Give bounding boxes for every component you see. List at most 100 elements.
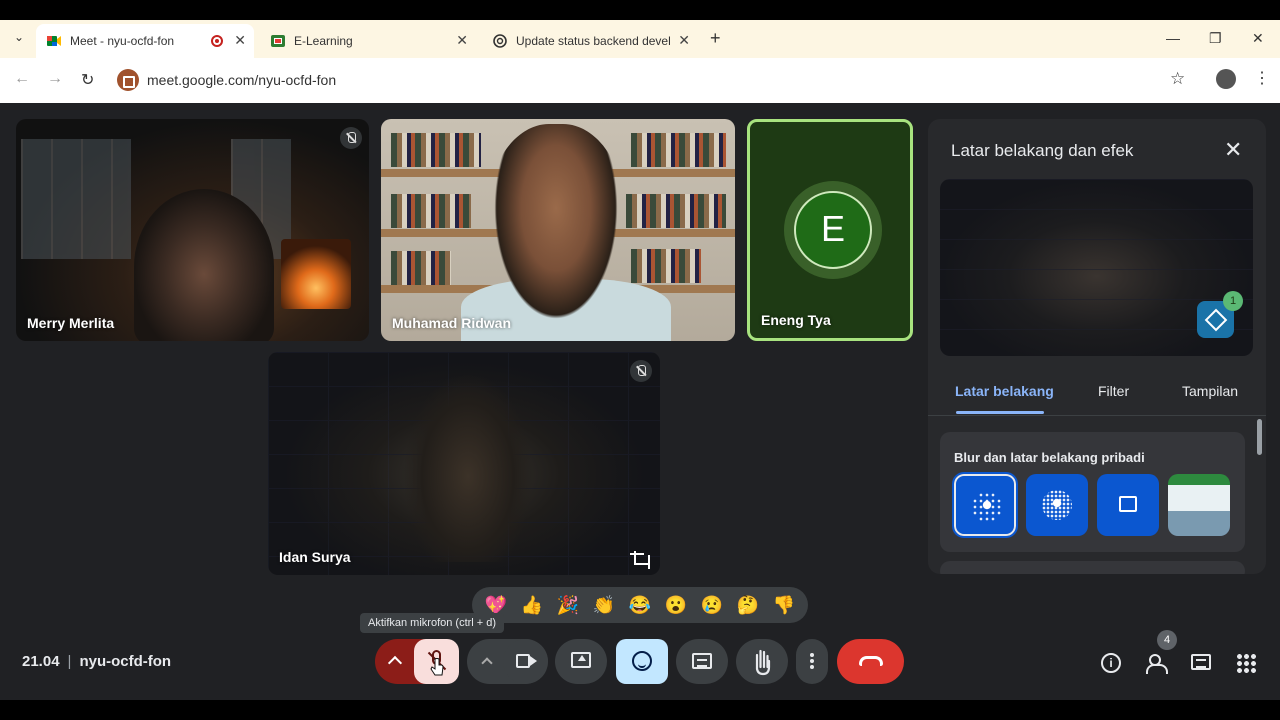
reaction-surprised-button[interactable]: 😮 [665, 595, 687, 615]
present-button[interactable] [555, 639, 607, 684]
camera-lens [530, 656, 537, 666]
captions-button[interactable] [676, 639, 728, 684]
raise-hand-icon [755, 649, 771, 676]
tab-search-chevron-icon[interactable]: ⌄ [8, 30, 30, 50]
reaction-thinking-button[interactable]: 🤔 [737, 595, 759, 615]
window-close-icon[interactable]: ✕ [1252, 30, 1264, 47]
panel-title: Latar belakang dan efek [951, 141, 1134, 160]
activities-button[interactable] [1234, 651, 1258, 675]
participant-tile-eneng-tya[interactable]: E Eneng Tya [747, 119, 913, 341]
camera-icon [516, 654, 530, 668]
emoji-icon [632, 651, 652, 671]
blur-slight-button[interactable] [952, 472, 1018, 538]
raise-hand-button[interactable] [736, 639, 788, 684]
background-books [631, 133, 726, 167]
tab-chatgpt[interactable]: Update status backend develop ✕ [482, 24, 702, 58]
close-tab-icon[interactable]: ✕ [234, 32, 246, 49]
meeting-time: 21.04 [22, 653, 60, 670]
blur-section: Blur dan latar belakang pribadi [940, 432, 1245, 552]
site-info-icon[interactable] [117, 69, 139, 91]
upload-background-button[interactable] [1097, 474, 1159, 536]
mic-tooltip: Aktifkan mikrofon (ctrl + d) [360, 613, 505, 633]
background-books [391, 194, 471, 228]
participant-video [486, 124, 626, 334]
bookmark-star-icon[interactable]: ☆ [1170, 69, 1185, 89]
url-field[interactable]: meet.google.com/nyu-ocfd-fon [147, 72, 336, 88]
section-title: Blur dan latar belakang pribadi [954, 450, 1145, 465]
active-tab-indicator [956, 411, 1044, 414]
close-tab-icon[interactable]: ✕ [456, 32, 468, 49]
effects-panel: Latar belakang dan efek ✕ 1 Latar belaka… [928, 119, 1266, 574]
tab-title: Meet - nyu-ocfd-fon [70, 34, 175, 48]
participant-video [403, 372, 533, 562]
reaction-thumbs-down-button[interactable]: 👎 [773, 595, 795, 615]
tab-latar-belakang[interactable]: Latar belakang [955, 383, 1054, 399]
background-books [391, 133, 481, 167]
reaction-thumbs-up-button[interactable]: 👍 [521, 595, 543, 615]
mic-control-group [375, 639, 459, 684]
reaction-sad-button[interactable]: 😢 [701, 595, 723, 615]
chevron-up-icon[interactable] [387, 655, 403, 671]
more-vert-icon [810, 653, 814, 657]
back-icon[interactable]: ← [14, 70, 30, 88]
upload-background-icon [1119, 496, 1137, 512]
participant-name: Idan Surya [279, 549, 351, 565]
camera-toggle-button[interactable] [503, 639, 548, 684]
mouse-cursor-icon [430, 658, 444, 676]
blur-full-button[interactable] [1026, 474, 1088, 536]
leave-call-button[interactable] [837, 639, 904, 684]
meeting-details-button[interactable]: i [1099, 651, 1123, 675]
scrollbar[interactable] [1257, 419, 1262, 455]
reload-icon[interactable]: ↻ [81, 70, 94, 90]
person-icon [1048, 494, 1066, 512]
tab-elearning[interactable]: E-Learning ✕ [258, 24, 478, 58]
participant-name: Eneng Tya [761, 312, 831, 328]
restore-icon[interactable]: ❐ [1209, 30, 1222, 47]
screen: ⌄ Meet - nyu-ocfd-fon ✕ E-Learning ✕ Upd… [0, 0, 1280, 720]
crop-icon[interactable] [630, 551, 650, 569]
avatar: E [794, 191, 872, 269]
reaction-bar: 💖 👍 🎉 👏 😂 😮 😢 🤔 👎 [472, 587, 808, 623]
hang-up-icon [859, 656, 883, 666]
participant-tile-idan-surya[interactable]: Idan Surya [268, 352, 660, 575]
reaction-heart-button[interactable]: 💖 [485, 595, 507, 615]
reaction-party-button[interactable]: 🎉 [557, 595, 579, 615]
background-books [391, 251, 451, 285]
participant-tile-muhamad-ridwan[interactable]: Muhamad Ridwan [381, 119, 735, 341]
muted-mic-icon [630, 360, 652, 382]
minimize-icon[interactable]: — [1166, 30, 1180, 46]
chat-icon [1191, 654, 1211, 670]
background-image-thumbnail[interactable] [1168, 474, 1230, 536]
more-options-button[interactable] [796, 639, 828, 684]
new-tab-icon[interactable]: + [710, 28, 721, 49]
people-button[interactable] [1146, 651, 1170, 675]
reaction-clap-button[interactable]: 👏 [593, 595, 615, 615]
background-books [626, 194, 726, 228]
more-vert-icon [810, 659, 814, 663]
reaction-laugh-button[interactable]: 😂 [629, 595, 651, 615]
elearning-favicon [271, 35, 285, 47]
tab-title: E-Learning [294, 34, 353, 48]
divider [928, 415, 1266, 416]
participant-tile-merry-merlita[interactable]: Merry Merlita [16, 119, 369, 341]
tab-filter[interactable]: Filter [1098, 383, 1129, 399]
next-section [940, 561, 1245, 574]
captions-icon [692, 653, 712, 669]
close-tab-icon[interactable]: ✕ [678, 32, 690, 49]
more-vert-icon [810, 665, 814, 669]
profile-avatar[interactable] [1216, 69, 1236, 89]
meeting-info: 21.04 | nyu-ocfd-fon [22, 653, 171, 670]
tab-tampilan[interactable]: Tampilan [1182, 383, 1238, 399]
close-panel-icon[interactable]: ✕ [1224, 137, 1242, 163]
reactions-button[interactable] [616, 639, 668, 684]
forward-icon[interactable]: → [47, 70, 63, 88]
meeting-code: nyu-ocfd-fon [79, 653, 172, 670]
browser-menu-icon[interactable]: ⋮ [1254, 68, 1270, 88]
tab-meet[interactable]: Meet - nyu-ocfd-fon ✕ [36, 24, 254, 58]
participant-video [134, 189, 274, 341]
chevron-up-icon[interactable] [481, 657, 493, 669]
recording-indicator-icon [211, 35, 223, 47]
people-count-badge: 4 [1157, 630, 1177, 650]
chat-button[interactable] [1189, 651, 1213, 675]
participant-name: Muhamad Ridwan [392, 315, 512, 331]
